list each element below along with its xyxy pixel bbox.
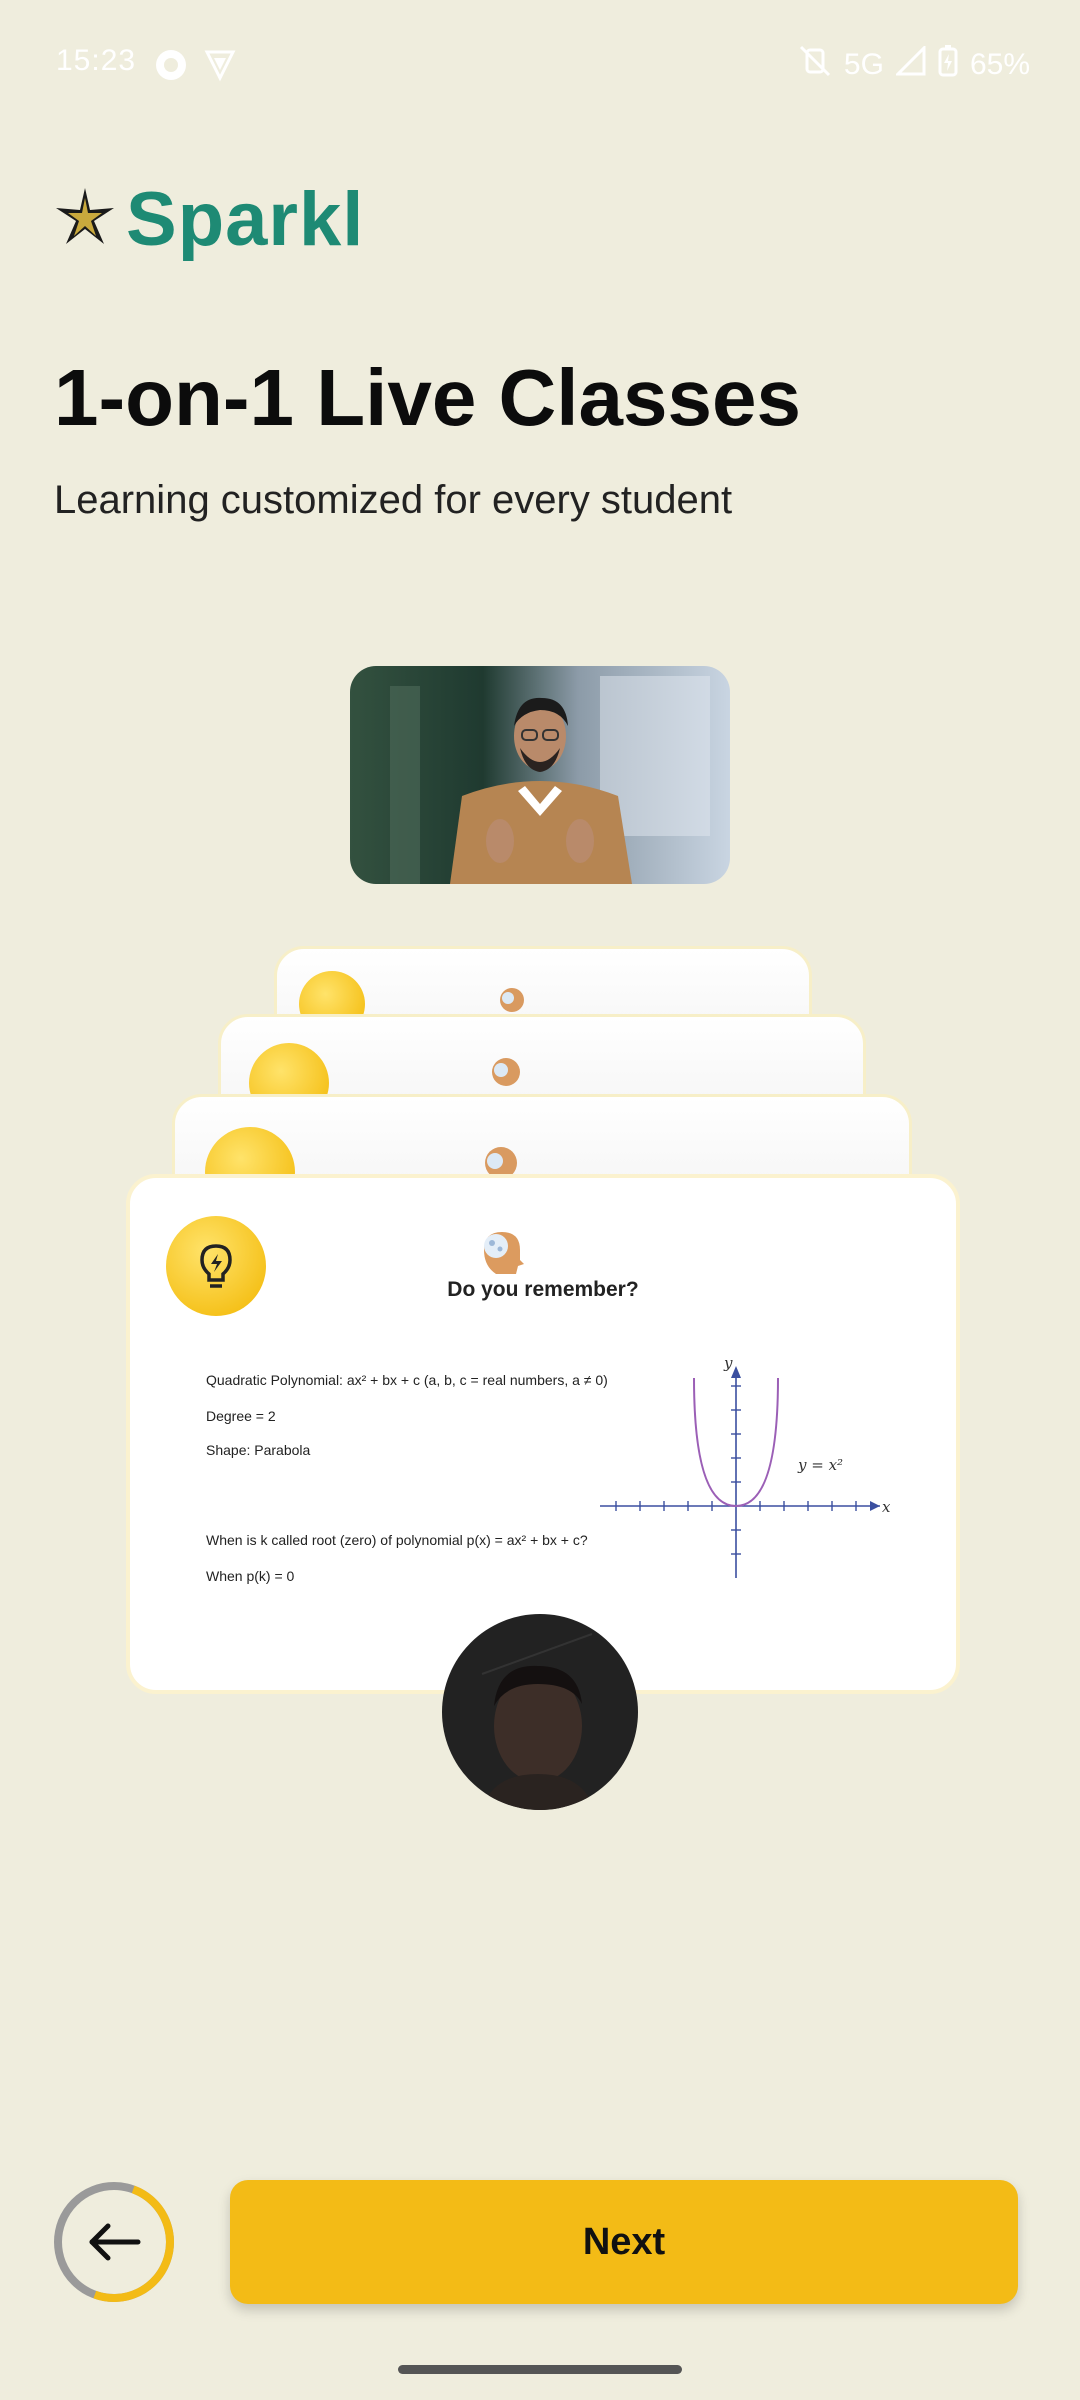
lesson-line: Quadratic Polynomial: ax² + bx + c (a, b… <box>206 1372 608 1388</box>
next-button[interactable]: Next <box>230 2180 1018 2304</box>
network-label: 5G <box>843 48 884 81</box>
lesson-line: When p(k) = 0 <box>206 1568 295 1584</box>
parabola-graph: x y y = x² <box>600 1354 890 1578</box>
vibrate-off-icon <box>798 44 832 86</box>
card-heading: Do you remember? <box>447 1278 639 1301</box>
lesson-line: Shape: Parabola <box>206 1442 311 1458</box>
page-title: 1-on-1 Live Classes <box>54 353 801 442</box>
status-bar: 15:23 5G 65% <box>0 0 1080 134</box>
graph-curve-label: y = x² <box>797 1456 843 1474</box>
brain-head-icon <box>489 1055 523 1094</box>
record-icon <box>154 48 188 87</box>
student-camera <box>442 1614 638 1810</box>
signal-icon <box>894 44 926 84</box>
lesson-line: Degree = 2 <box>206 1408 276 1424</box>
brand-name: Sparkl <box>126 177 365 262</box>
tutor-video <box>350 666 730 884</box>
vpn-shield-icon <box>204 48 236 87</box>
battery-icon <box>938 45 958 85</box>
brand-logo: Sparkl <box>54 176 364 263</box>
graph-x-label: x <box>882 1498 890 1516</box>
back-button[interactable] <box>52 2180 176 2304</box>
graph-y-label: y <box>723 1354 733 1372</box>
page-subtitle: Learning customized for every student <box>54 478 733 522</box>
brain-head-icon <box>476 1230 526 1281</box>
arrow-left-icon <box>89 2223 141 2261</box>
lesson-line: When is k called root (zero) of polynomi… <box>206 1532 588 1548</box>
home-indicator[interactable] <box>398 2365 682 2374</box>
battery-percent: 65% <box>969 48 1030 81</box>
star-logo-icon <box>54 186 116 253</box>
status-time: 15:23 <box>56 44 137 77</box>
